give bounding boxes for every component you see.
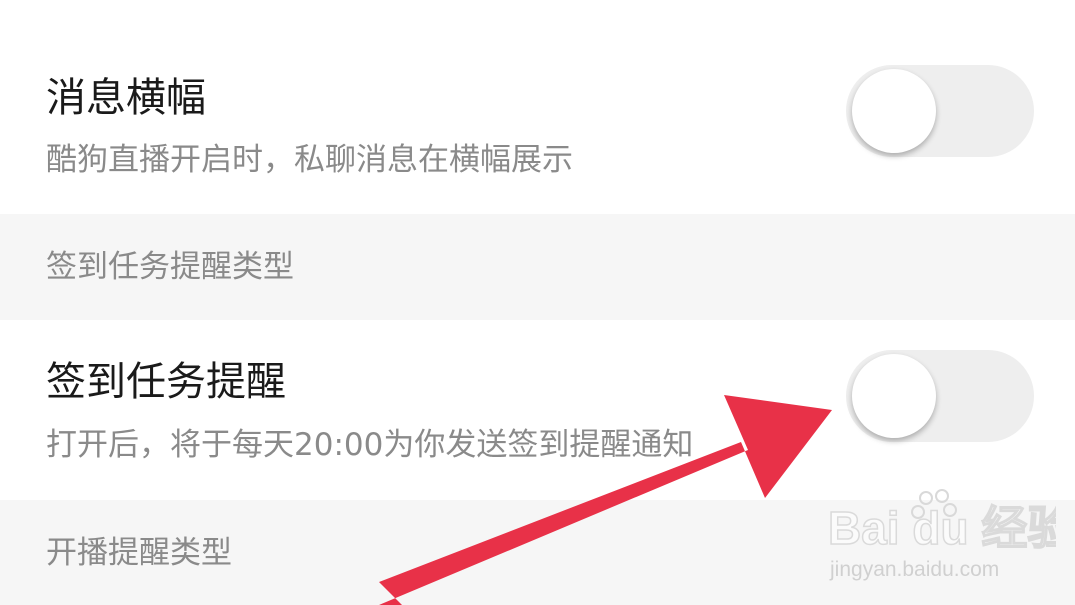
message-banner-row: 消息横幅 酷狗直播开启时，私聊消息在横幅展示: [0, 0, 1075, 214]
message-banner-description: 酷狗直播开启时，私聊消息在横幅展示: [46, 142, 573, 178]
message-banner-toggle[interactable]: [846, 65, 1034, 157]
checkin-section-label: 签到任务提醒类型: [46, 249, 294, 285]
checkin-reminder-toggle[interactable]: [846, 350, 1034, 442]
checkin-reminder-description: 打开后，将于每天20:00为你发送签到提醒通知: [46, 427, 694, 463]
watermark-url: jingyan.baidu.com: [829, 558, 999, 581]
toggle-knob: [852, 354, 936, 438]
watermark-brand: Bai du 经验: [828, 502, 1056, 554]
checkin-reminder-row: 签到任务提醒 打开后，将于每天20:00为你发送签到提醒通知: [0, 320, 1075, 500]
message-banner-title: 消息横幅: [46, 75, 206, 121]
baidu-jingyan-watermark: Bai du 经验 jingyan.baidu.com: [827, 489, 1056, 581]
checkin-section-header: 签到任务提醒类型: [0, 214, 1075, 320]
toggle-knob: [852, 69, 936, 153]
live-section-label: 开播提醒类型: [46, 535, 232, 571]
checkin-reminder-title: 签到任务提醒: [46, 359, 286, 405]
